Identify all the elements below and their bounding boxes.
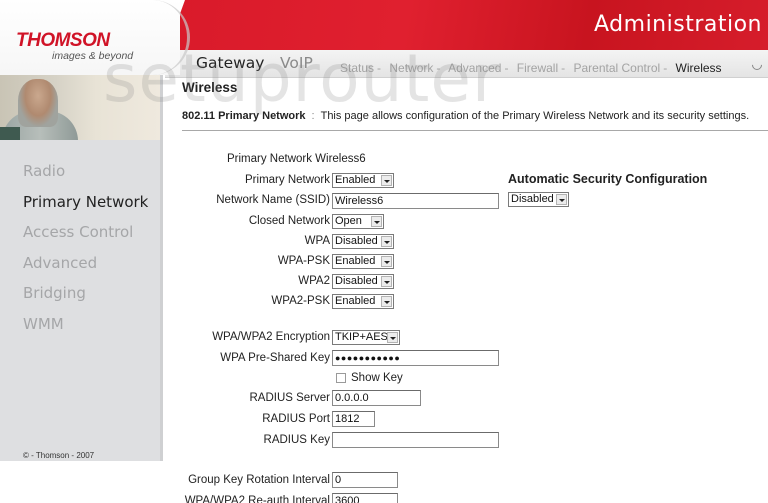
chevron-down-icon [371, 216, 382, 227]
photo-laptop [0, 127, 20, 140]
sub-nav-status[interactable]: Status [340, 61, 374, 75]
copyright-text: © - Thomson - 2007 [23, 451, 95, 460]
group-key-interval-input[interactable]: 0 [332, 472, 398, 488]
sidebar-item-access-control[interactable]: Access Control [23, 221, 148, 252]
brand-name: THOMSON [16, 30, 110, 51]
sub-nav: Status - Network - Advanced - Firewall - Par… [340, 61, 722, 75]
wpa2-psk-value: Enabled [335, 295, 376, 307]
chevron-down-icon [556, 194, 567, 205]
sidebar-item-primary-network[interactable]: Primary Network [23, 191, 148, 222]
chevron-down-icon [381, 236, 392, 247]
nav-tab-gateway[interactable]: Gateway [196, 54, 264, 72]
sidebar: Radio Primary Network Access Control Adv… [0, 75, 163, 461]
sidebar-photo [0, 75, 160, 140]
closed-network-label: Closed Network [248, 215, 330, 227]
nav-tab-voip[interactable]: VoIP [280, 54, 313, 72]
photo-person-head [18, 79, 58, 127]
sub-nav-separator: - [377, 61, 382, 75]
sub-nav-wireless[interactable]: Wireless [676, 61, 722, 75]
sidebar-menu: Radio Primary Network Access Control Adv… [23, 160, 148, 343]
primary-network-label: Primary Network [245, 174, 330, 186]
wpa-value: Disabled [335, 235, 378, 247]
psk-input[interactable]: ●●●●●●●●●●● [332, 350, 499, 366]
page-title: Wireless [182, 80, 238, 95]
page-description: 802.11 Primary Network: This page allows … [182, 110, 749, 122]
chevron-down-icon [381, 175, 392, 186]
primary-network-value: Enabled [335, 174, 376, 186]
header-title: Administration [594, 12, 762, 37]
sub-nav-separator: - [663, 61, 668, 75]
description-text: This page allows configuration of the Pr… [320, 110, 750, 122]
radius-port-label: RADIUS Port [262, 413, 330, 425]
closed-network-value: Open [335, 215, 362, 227]
sub-nav-separator: - [436, 61, 441, 75]
divider [182, 130, 768, 131]
wpa-psk-label: WPA-PSK [277, 255, 330, 267]
sub-nav-parental-control[interactable]: Parental Control [573, 61, 660, 75]
auto-security-title: Automatic Security Configuration [508, 172, 708, 186]
wpa-select[interactable]: Disabled [332, 234, 394, 249]
ssid-input[interactable]: Wireless6 [332, 193, 499, 209]
router-admin-page: Administration THOMSON images & beyond G… [0, 0, 768, 503]
brand-logo: THOMSON images & beyond [0, 0, 190, 75]
network-caption: Primary Network Wireless6 [227, 153, 366, 165]
radius-key-input[interactable] [332, 432, 499, 448]
description-separator: : [311, 110, 315, 122]
radius-server-input[interactable]: 0.0.0.0 [332, 390, 421, 406]
psk-label: WPA Pre-Shared Key [220, 352, 330, 364]
chevron-down-icon [381, 276, 392, 287]
logo-swoosh-decoration [120, 0, 190, 75]
sidebar-item-advanced[interactable]: Advanced [23, 252, 148, 283]
radius-key-label: RADIUS Key [263, 434, 330, 446]
sub-nav-separator: - [561, 61, 566, 75]
chevron-down-icon [381, 296, 392, 307]
closed-network-select[interactable]: Open [332, 214, 384, 229]
sidebar-item-radio[interactable]: Radio [23, 160, 148, 191]
wpa2-psk-label: WPA2-PSK [271, 295, 330, 307]
auto-security-select[interactable]: Disabled [508, 192, 569, 207]
wpa2-select[interactable]: Disabled [332, 274, 394, 289]
description-label: 802.11 Primary Network [182, 110, 306, 122]
radius-port-input[interactable]: 1812 [332, 411, 375, 427]
encryption-value: TKIP+AES [335, 331, 388, 343]
wpa-psk-select[interactable]: Enabled [332, 254, 394, 269]
sub-nav-separator: - [504, 61, 509, 75]
wpa-label: WPA [304, 235, 330, 247]
group-key-interval-label: Group Key Rotation Interval [188, 474, 330, 486]
sub-nav-advanced[interactable]: Advanced [448, 61, 501, 75]
radius-server-label: RADIUS Server [249, 392, 330, 404]
reauth-interval-label: WPA/WPA2 Re-auth Interval [184, 495, 330, 503]
ssid-label: Network Name (SSID) [216, 194, 330, 206]
chevron-down-icon [381, 256, 392, 267]
chevron-down-icon [387, 332, 398, 343]
wpa2-psk-select[interactable]: Enabled [332, 294, 394, 309]
show-key-checkbox[interactable] [336, 373, 346, 383]
brand-tagline: images & beyond [52, 50, 134, 62]
sub-nav-firewall[interactable]: Firewall [517, 61, 558, 75]
header-banner: Administration [165, 0, 768, 50]
sidebar-item-bridging[interactable]: Bridging [23, 282, 148, 313]
encryption-select[interactable]: TKIP+AES [332, 330, 400, 345]
sidebar-item-wmm[interactable]: WMM [23, 313, 148, 344]
wpa2-value: Disabled [335, 275, 378, 287]
encryption-label: WPA/WPA2 Encryption [212, 331, 330, 343]
wpa2-label: WPA2 [298, 275, 330, 287]
auto-security-value: Disabled [511, 193, 554, 205]
show-key-label: Show Key [351, 372, 403, 384]
wpa-psk-value: Enabled [335, 255, 376, 267]
reauth-interval-input[interactable]: 3600 [332, 493, 398, 503]
sub-nav-network[interactable]: Network [389, 61, 433, 75]
primary-network-select[interactable]: Enabled [332, 173, 394, 188]
